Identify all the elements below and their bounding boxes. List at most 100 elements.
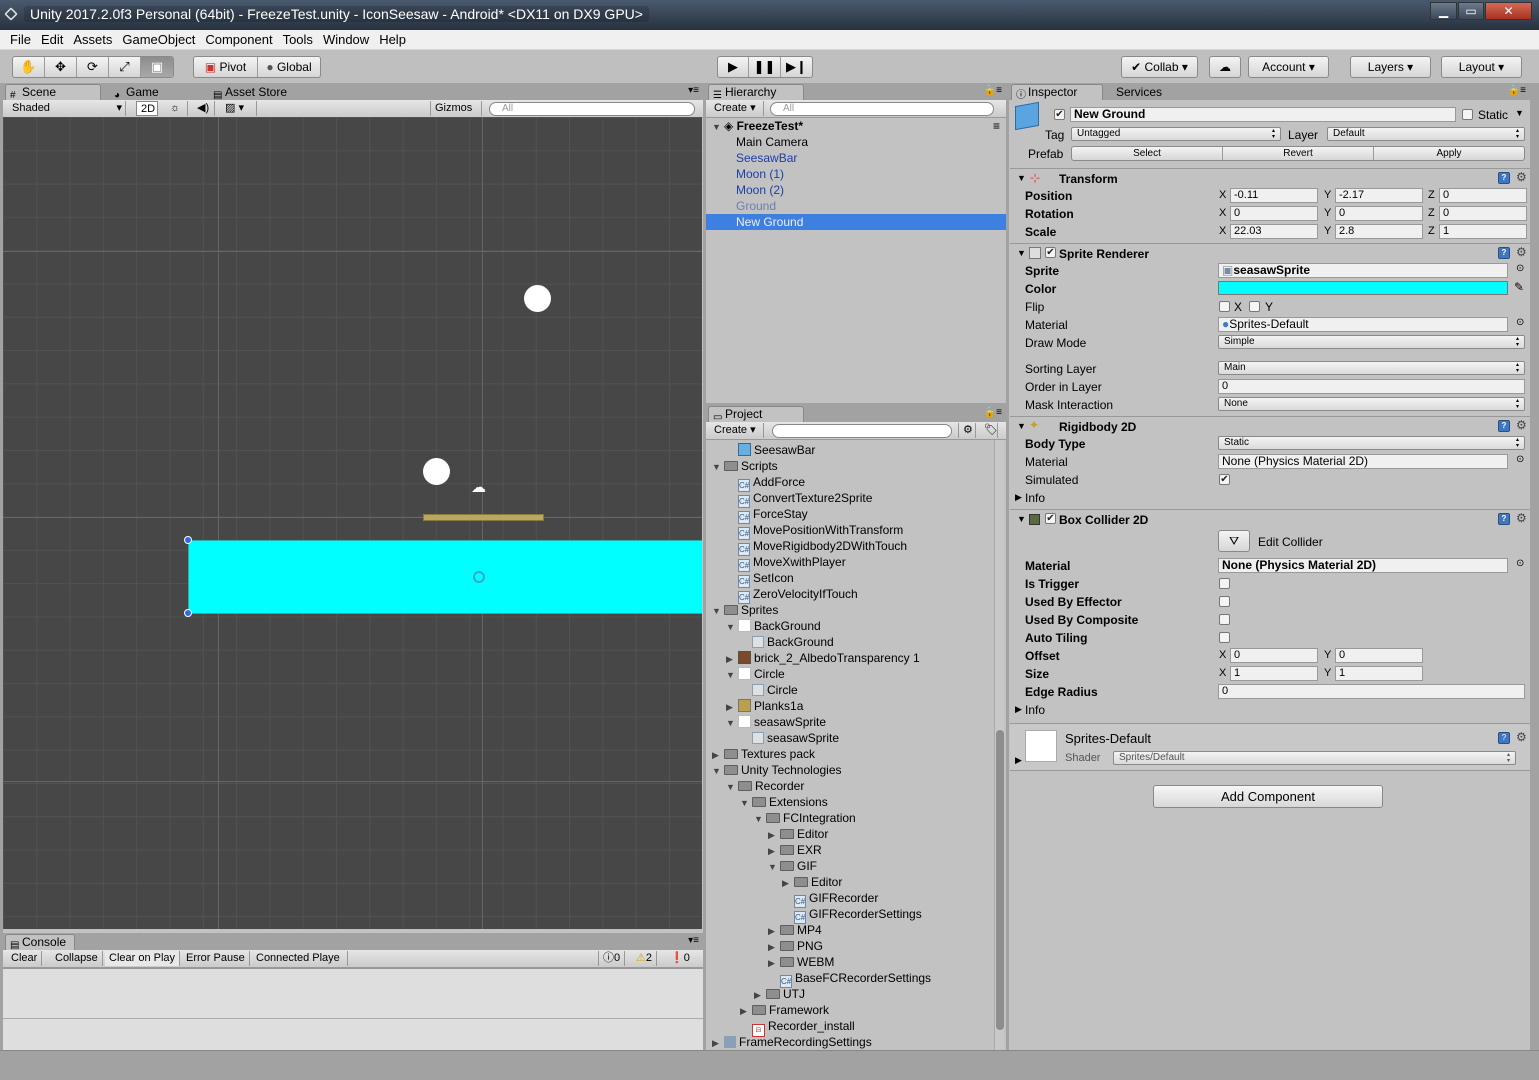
- sprite-renderer-enabled-checkbox[interactable]: ✔: [1045, 247, 1056, 258]
- is-trigger-checkbox[interactable]: [1219, 578, 1230, 589]
- project-scrollbar[interactable]: [994, 440, 1004, 1050]
- eyedropper-icon[interactable]: ✎: [1514, 280, 1524, 294]
- project-create-button[interactable]: Create ▾: [710, 423, 764, 438]
- fold-open-icon[interactable]: ▼: [768, 859, 780, 875]
- project-item[interactable]: ▶ Editor: [782, 874, 842, 890]
- fold-open-icon[interactable]: ▼: [1017, 248, 1026, 258]
- fold-closed-icon[interactable]: ▶: [768, 843, 780, 859]
- prefab-revert-button[interactable]: Revert: [1223, 147, 1374, 160]
- static-checkbox[interactable]: [1462, 109, 1473, 120]
- prefab-apply-button[interactable]: Apply: [1374, 147, 1524, 160]
- scale-tool-icon[interactable]: ⤢: [109, 57, 141, 77]
- fold-open-icon[interactable]: ▼: [1017, 514, 1026, 524]
- step-icon[interactable]: ▶❙: [781, 57, 812, 77]
- project-item[interactable]: ▼ Sprites: [712, 602, 778, 618]
- add-component-button[interactable]: Add Component: [1153, 785, 1383, 808]
- tab-game[interactable]: ◕ Game: [109, 84, 199, 101]
- audio-icon[interactable]: ◀): [193, 101, 215, 116]
- menu-window[interactable]: Window: [318, 30, 374, 47]
- fold-closed-icon[interactable]: ▶: [712, 747, 724, 763]
- warn-count-toggle[interactable]: ⚠2: [632, 951, 657, 966]
- box-collider-enabled-checkbox[interactable]: ✔: [1045, 513, 1056, 524]
- fold-open-icon[interactable]: ▼: [726, 779, 738, 795]
- tab-asset-store[interactable]: ▤ Asset Store: [208, 84, 318, 101]
- project-item[interactable]: C# AddForce: [726, 474, 805, 492]
- account-button[interactable]: Account ▾: [1248, 56, 1329, 78]
- shader-dropdown[interactable]: Sprites/Default: [1113, 751, 1516, 765]
- rigidbody2d-header[interactable]: ▼ ✦ Rigidbody 2D ? ⚙: [1010, 416, 1530, 436]
- used-by-effector-checkbox[interactable]: [1219, 596, 1230, 607]
- sprite-field[interactable]: ▣seasawSprite: [1218, 263, 1508, 278]
- scene-viewport[interactable]: ☁: [3, 117, 702, 929]
- project-item[interactable]: ▼ Circle: [726, 666, 785, 682]
- help-icon[interactable]: ?: [1498, 247, 1510, 259]
- project-item[interactable]: C# GIFRecorderSettings: [782, 906, 922, 924]
- color-swatch[interactable]: [1218, 281, 1508, 295]
- transform-y-field[interactable]: 2.8: [1335, 224, 1423, 239]
- hierarchy-item[interactable]: Main Camera: [706, 134, 1006, 150]
- close-button[interactable]: ✕: [1485, 2, 1532, 20]
- sprite-renderer-header[interactable]: ▼ ✔ Sprite Renderer ? ⚙: [1010, 243, 1530, 263]
- moon-sprite[interactable]: [524, 285, 551, 312]
- project-item[interactable]: ▶ EXR: [768, 842, 822, 858]
- scene-search-input[interactable]: All: [489, 102, 695, 116]
- project-item[interactable]: SeesawBar: [726, 442, 815, 458]
- rb-info-row[interactable]: ▶ Info: [1010, 489, 1530, 507]
- gear-icon[interactable]: ⚙: [1516, 245, 1527, 259]
- console-clear-button[interactable]: Clear: [7, 951, 43, 966]
- project-item[interactable]: ▼ Extensions: [740, 794, 828, 810]
- project-item[interactable]: C# ZeroVelocityIfTouch: [726, 586, 858, 604]
- minimize-button[interactable]: ▁: [1430, 2, 1457, 20]
- hierarchy-item[interactable]: SeesawBar: [706, 150, 1006, 166]
- auto-tiling-checkbox[interactable]: [1219, 632, 1230, 643]
- tab-inspector[interactable]: ⓘ Inspector: [1011, 84, 1103, 101]
- project-item[interactable]: C# MoveRigidbody2DWithTouch: [726, 538, 907, 556]
- fold-open-icon[interactable]: ▼: [726, 667, 738, 683]
- menu-assets[interactable]: Assets: [68, 30, 117, 47]
- project-item[interactable]: ▶ Editor: [768, 826, 828, 842]
- shading-dropdown[interactable]: Shaded ▾: [8, 101, 126, 116]
- fold-closed-icon[interactable]: ▶: [726, 699, 738, 715]
- object-name-field[interactable]: New Ground: [1070, 107, 1456, 122]
- project-item[interactable]: C# BaseFCRecorderSettings: [768, 970, 931, 988]
- project-item[interactable]: ▶ Framework: [740, 1002, 829, 1018]
- fold-closed-icon[interactable]: ▶: [740, 1003, 752, 1019]
- tab-scene[interactable]: # Scene: [5, 84, 101, 101]
- rect-handle-top-left[interactable]: [184, 536, 192, 544]
- fold-open-icon[interactable]: ▼: [1017, 421, 1026, 431]
- connected-player-dropdown[interactable]: Connected Playe ▾: [252, 951, 348, 978]
- new-ground-sprite[interactable]: [188, 540, 702, 614]
- offset-y-field[interactable]: 0: [1335, 648, 1423, 663]
- console-collapse-button[interactable]: Collapse: [51, 951, 103, 966]
- help-icon[interactable]: ?: [1498, 172, 1510, 184]
- transform-x-field[interactable]: 0: [1230, 206, 1318, 221]
- help-icon[interactable]: ?: [1498, 513, 1510, 525]
- project-menu-icon[interactable]: 🔒≡: [984, 407, 1002, 418]
- project-item[interactable]: C# MovePositionWithTransform: [726, 522, 903, 540]
- material-field[interactable]: ●Sprites-Default: [1218, 317, 1508, 332]
- project-search-input[interactable]: [772, 424, 952, 438]
- console-clear-on-play-button[interactable]: Clear on Play: [105, 951, 181, 966]
- project-item[interactable]: ▶ Planks1a: [726, 698, 803, 714]
- flip-x-checkbox[interactable]: [1219, 301, 1230, 312]
- project-item[interactable]: ▶ FrameRecordingSettings: [712, 1034, 872, 1050]
- help-icon[interactable]: ?: [1498, 732, 1510, 744]
- gear-icon[interactable]: ⚙: [1516, 511, 1527, 525]
- inspector-menu-icon[interactable]: 🔒≡: [1508, 85, 1526, 96]
- lighting-icon[interactable]: ☼: [166, 101, 188, 116]
- console-error-pause-button[interactable]: Error Pause: [182, 951, 250, 966]
- scene-menu-icon[interactable]: ≡: [993, 118, 1000, 134]
- move-tool-icon[interactable]: ✥: [45, 57, 77, 77]
- info-count-toggle[interactable]: ⓘ0: [598, 951, 626, 966]
- rect-tool-icon[interactable]: ▣: [141, 57, 173, 77]
- transform-y-field[interactable]: -2.17: [1335, 188, 1423, 203]
- fold-closed-icon[interactable]: ▶: [754, 987, 766, 1003]
- project-item[interactable]: Circle: [740, 682, 798, 698]
- console-menu-icon[interactable]: ▾≡: [688, 935, 699, 946]
- transform-z-field[interactable]: 0: [1439, 206, 1527, 221]
- gear-icon[interactable]: ⚙: [1516, 730, 1527, 744]
- fold-open-icon[interactable]: ▼: [726, 619, 738, 635]
- transform-z-field[interactable]: 1: [1439, 224, 1527, 239]
- size-y-field[interactable]: 1: [1335, 666, 1423, 681]
- fold-open-icon[interactable]: ▼: [712, 763, 724, 779]
